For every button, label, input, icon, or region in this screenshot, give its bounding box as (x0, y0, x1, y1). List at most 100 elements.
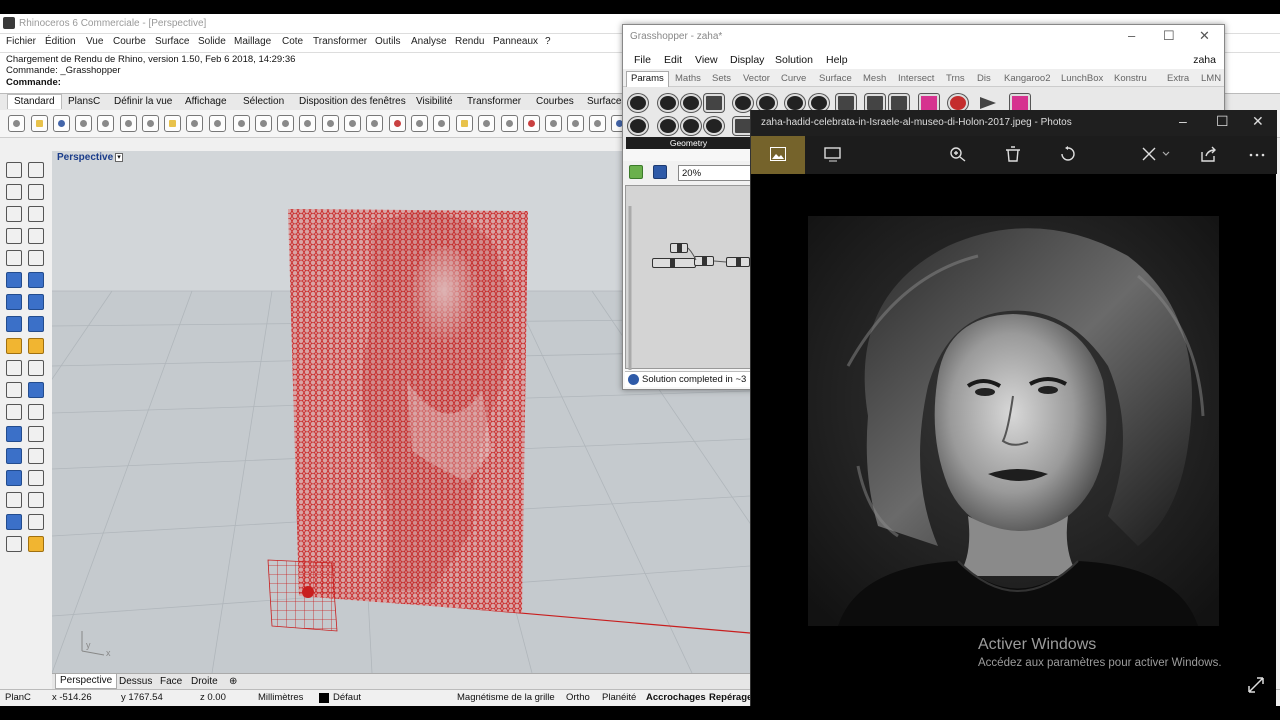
gh-geometry-param-icon[interactable] (658, 94, 678, 112)
gh-line-param-icon[interactable] (704, 117, 724, 135)
tab-visibilite[interactable]: Visibilité (416, 96, 453, 107)
tab-courbes[interactable]: Courbes (536, 96, 574, 107)
boolean-icon[interactable] (28, 294, 44, 310)
gh-tab-dis[interactable]: Dis (977, 73, 991, 84)
rotate-icon[interactable] (6, 404, 22, 420)
gh-tab-vector[interactable]: Vector (743, 73, 770, 84)
gh-tab-trns[interactable]: Trns (946, 73, 965, 84)
gh-tab-params[interactable]: Params (626, 71, 669, 87)
check-icon[interactable] (28, 514, 44, 530)
split-icon[interactable] (6, 382, 22, 398)
rotate-icon[interactable] (1059, 146, 1077, 162)
lock-icon[interactable] (501, 115, 518, 132)
tab-transformer[interactable]: Transformer (467, 96, 521, 107)
photos-minimize-icon[interactable]: – (1179, 113, 1187, 129)
ellipse-icon[interactable] (28, 206, 44, 222)
select-arrow-icon[interactable] (6, 162, 22, 178)
viewport-tab-face[interactable]: Face (160, 676, 182, 687)
array-icon[interactable] (6, 448, 22, 464)
gh-menu-edit[interactable]: Edit (664, 54, 682, 66)
fullscreen-icon[interactable] (1247, 676, 1265, 694)
viewport-title[interactable]: Perspective (57, 152, 113, 163)
block-icon[interactable] (6, 470, 22, 486)
material-icon[interactable] (523, 115, 540, 132)
slideshow-icon[interactable] (824, 146, 842, 162)
car-camera-icon[interactable] (389, 115, 406, 132)
render-mesh-icon[interactable] (6, 514, 22, 530)
status-grid-snap[interactable]: Magnétisme de la grille (457, 692, 555, 703)
save-icon[interactable] (53, 115, 70, 132)
cut-icon[interactable] (120, 115, 137, 132)
gh-mesh-param-icon[interactable] (628, 117, 648, 135)
gh-menu-display[interactable]: Display (730, 54, 764, 66)
gh-tab-sets[interactable]: Sets (712, 73, 731, 84)
zoom-window-icon[interactable] (299, 115, 316, 132)
menu-maillage[interactable]: Maillage (234, 36, 271, 47)
edit-create-icon[interactable] (1141, 146, 1171, 162)
viewport-tab-droite[interactable]: Droite (191, 676, 218, 687)
open-folder-icon[interactable] (31, 115, 48, 132)
menu-solide[interactable]: Solide (198, 36, 226, 47)
grid-array-icon[interactable] (6, 492, 22, 508)
delete-icon[interactable] (1004, 146, 1022, 162)
gh-canvas[interactable] (625, 185, 753, 370)
explode-icon[interactable] (28, 338, 44, 354)
gh-menu-view[interactable]: View (695, 54, 718, 66)
circle-icon[interactable] (6, 206, 22, 222)
box-icon[interactable] (6, 294, 22, 310)
photos-collection-button[interactable] (751, 136, 805, 174)
point-icon[interactable] (28, 162, 44, 178)
gh-tab-mesh[interactable]: Mesh (863, 73, 886, 84)
gh-open-folder-icon[interactable] (629, 165, 643, 179)
text-icon[interactable] (6, 426, 22, 442)
menu-courbe[interactable]: Courbe (113, 36, 146, 47)
render-preview-icon[interactable] (589, 115, 606, 132)
paste-icon[interactable] (164, 115, 181, 132)
gh-surface-param-icon[interactable] (704, 94, 724, 112)
tab-disposition[interactable]: Disposition des fenêtres (299, 96, 406, 107)
gh-tab-kangaroo2[interactable]: Kangaroo2 (1004, 73, 1050, 84)
viewport-tab-dessus[interactable]: Dessus (119, 676, 152, 687)
gh-tab-maths[interactable]: Maths (675, 73, 701, 84)
photos-maximize-icon[interactable]: ☐ (1216, 113, 1229, 130)
tab-standard[interactable]: Standard (7, 94, 62, 109)
scale-icon[interactable] (28, 404, 44, 420)
menu-help[interactable]: ? (545, 36, 551, 47)
gh-tab-lmn[interactable]: LMN (1201, 73, 1221, 84)
sphere-icon[interactable] (6, 536, 22, 552)
arc-icon[interactable] (6, 228, 22, 244)
menu-vue[interactable]: Vue (86, 36, 103, 47)
polyline-icon[interactable] (6, 184, 22, 200)
gh-zoom-field[interactable]: 20% (678, 165, 753, 181)
group-icon[interactable] (28, 448, 44, 464)
tab-selection[interactable]: Sélection (243, 96, 284, 107)
menu-surface[interactable]: Surface (155, 36, 189, 47)
gh-tab-intersect[interactable]: Intersect (898, 73, 934, 84)
fillet-icon[interactable] (6, 360, 22, 376)
share-icon[interactable] (1200, 146, 1218, 162)
menu-transformer[interactable]: Transformer (313, 36, 367, 47)
surface-icon[interactable] (6, 272, 22, 288)
menu-panneaux[interactable]: Panneaux (493, 36, 538, 47)
hatch-icon[interactable] (28, 470, 44, 486)
gh-save-icon[interactable] (653, 165, 667, 179)
command-prompt[interactable]: Commande: (6, 77, 61, 88)
sphere-render-icon[interactable] (545, 115, 562, 132)
pan-icon[interactable] (233, 115, 250, 132)
gh-tab-extra[interactable]: Extra (1167, 73, 1189, 84)
add-viewport-tab-icon[interactable]: ⊕ (229, 676, 237, 687)
cplane-icon[interactable] (411, 115, 428, 132)
tab-definir-la-vue[interactable]: Définir la vue (114, 96, 172, 107)
analyze-icon[interactable] (28, 492, 44, 508)
tab-surfaces[interactable]: Surfaces (587, 96, 626, 107)
print-icon[interactable] (75, 115, 92, 132)
paint-icon[interactable] (28, 536, 44, 552)
undo-icon[interactable] (186, 115, 203, 132)
menu-fichier[interactable]: Fichier (6, 36, 36, 47)
dimension-icon[interactable] (28, 426, 44, 442)
status-osnap[interactable]: Accrochages (646, 692, 706, 703)
gh-tab-surface[interactable]: Surface (819, 73, 852, 84)
status-units[interactable]: Millimètres (258, 692, 303, 703)
gh-cancel-icon[interactable] (628, 94, 648, 112)
gh-tab-lunchbox[interactable]: LunchBox (1061, 73, 1103, 84)
